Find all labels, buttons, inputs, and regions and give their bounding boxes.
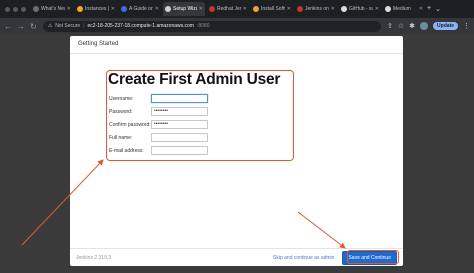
tab-label: Instances | E [85,6,109,12]
reload-icon[interactable]: ↻ [30,22,37,31]
dialog-header: Getting Started [70,36,403,54]
tab-close-icon[interactable]: ✕ [67,6,71,12]
bookmark-star-icon[interactable]: ☆ [398,22,404,30]
password-input[interactable]: •••••••• [151,107,208,116]
url-host: ec2-18-205-237-18.compute-1.amazonaws.co… [87,23,194,29]
browser-tab[interactable]: What's New✕ [31,2,73,16]
form-title: Create First Admin User [108,71,281,88]
setup-wizard-dialog: Getting Started Create First Admin User … [70,36,403,266]
tab-label: Redhat Jenk [217,6,241,12]
username-input[interactable] [151,94,208,103]
tab-label: Medium [393,6,411,12]
back-icon[interactable]: ← [4,22,12,31]
share-icon[interactable]: ⇪ [387,22,393,30]
browser-toolbar: ⇪ ☆ ✱ Update ⋮ [387,22,470,30]
field-label: E-mail address: [109,147,144,154]
url-field[interactable]: ⚠ Not Secure | ec2-18-205-237-18.compute… [42,20,382,32]
tab-label: What's New [41,6,65,12]
save-button-highlight [347,250,399,264]
tab-label: GitHub - sun [349,6,373,12]
tab-favicon-icon [121,6,127,12]
tab-close-icon[interactable]: ✕ [243,6,247,12]
browser-tab[interactable]: Instances | E✕ [75,2,117,16]
browser-tab[interactable]: Redhat Jenk✕ [207,2,249,16]
address-bar-row: ← → ↻ ⚠ Not Secure | ec2-18-205-237-18.c… [0,18,474,34]
forward-icon[interactable]: → [17,22,25,31]
tab-label: Install Softw [261,6,285,12]
browser-tab[interactable]: Setup Wizar✕ [163,2,205,16]
tab-label: Jenkins on [305,6,329,12]
tab-close-icon[interactable]: ✕ [375,6,379,12]
url-separator: | [83,23,85,29]
tab-close-icon[interactable]: ✕ [287,6,291,12]
window-controls[interactable] [0,6,31,12]
tab-favicon-icon [253,6,259,12]
email-input[interactable] [151,146,208,155]
tab-favicon-icon [33,6,39,12]
security-status: Not Secure [55,23,81,29]
page-viewport: Getting Started Create First Admin User … [0,34,474,273]
full-name-input[interactable] [151,133,208,142]
tab-close-icon[interactable]: ✕ [419,6,423,12]
tab-close-icon[interactable]: ✕ [331,6,335,12]
tab-favicon-icon [165,6,171,12]
field-label: Confirm password: [109,121,151,128]
tab-label: A Guide on [129,6,153,12]
browser-tab[interactable]: Medium ✕ [383,2,425,16]
field-label: Password: [109,108,133,115]
jenkins-version: Jenkins 2.319.3 [76,254,112,261]
form-row: E-mail address: [109,146,209,155]
extensions-icon[interactable]: ✱ [409,22,415,30]
tab-close-icon[interactable]: ✕ [155,6,159,12]
tab-favicon-icon [209,6,215,12]
tab-favicon-icon [297,6,303,12]
tab-label: Setup Wizar [173,6,197,12]
browser-tab[interactable]: A Guide on ✕ [119,2,161,16]
tab-favicon-icon [341,6,347,12]
tab-favicon-icon [77,6,83,12]
tab-close-icon[interactable]: ✕ [199,6,203,12]
update-button[interactable]: Update [433,22,458,30]
form-row: Password: •••••••• [109,107,209,116]
warning-icon: ⚠ [47,23,53,29]
new-tab-icon[interactable]: + [427,5,431,13]
tab-overflow[interactable]: + ⌄ [427,5,447,13]
browser-tab[interactable]: GitHub - sun✕ [339,2,381,16]
confirm-password-input[interactable]: •••••••• [151,120,208,129]
tab-close-icon[interactable]: ✕ [111,6,115,12]
browser-tab[interactable]: Jenkins on ✕ [295,2,337,16]
field-label: Full name: [109,134,133,141]
tab-favicon-icon [385,6,391,12]
form-row: Confirm password: •••••••• [109,120,209,129]
profile-avatar[interactable] [420,22,429,30]
url-port: :8080 [196,23,210,29]
browser-menu-icon[interactable]: ⋮ [463,22,470,30]
skip-admin-link[interactable]: Skip and continue as admin [273,255,334,261]
form-row: Full name: [109,133,209,142]
form-row: Username: [109,94,209,103]
browser-tab-bar: What's New✕Instances | E✕A Guide on✕Setu… [0,0,474,18]
field-label: Username: [109,95,134,102]
tab-search-icon[interactable]: ⌄ [435,5,441,13]
browser-tab[interactable]: Install Softw✕ [251,2,293,16]
